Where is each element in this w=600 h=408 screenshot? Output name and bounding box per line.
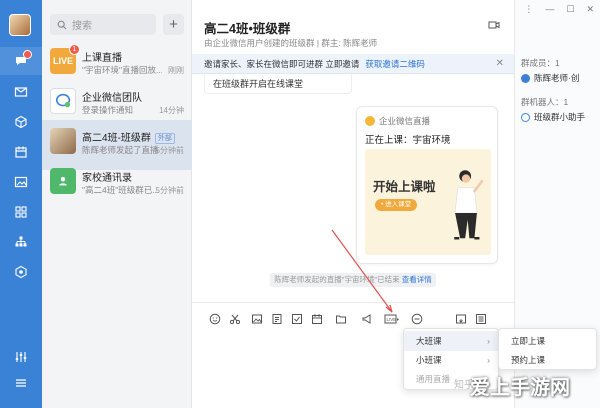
conversation-name: 企业微信团队 [82,93,142,104]
conversation-preview: "高二4班"班级群已... [82,185,160,195]
system-message: 陈辉老师发起的直播"宇宙环境"已结束 查看详情 [270,273,436,287]
conversation-list: 搜索 + LIVE 1 上课直播 "宇宙环境"直播回放... 刚刚 企业微信团队… [42,0,192,408]
video-call-icon[interactable] [488,19,500,31]
contacts-avatar [50,168,76,194]
chevron-right-icon: › [487,355,490,365]
input-divider [192,302,514,303]
notice-text: 邀请家长、家长在微信即可进群 立即邀请 [204,58,360,69]
site-watermark: 爱上手游网 [470,377,570,399]
member-item[interactable]: 陈辉老师·创 [521,72,599,84]
calendar-icon[interactable] [310,312,324,326]
robot-item[interactable]: 班级群小助手 [521,111,599,123]
chat-title: 高二4班•班级群 [204,22,291,36]
file-icon[interactable] [334,312,348,326]
settings-icon[interactable] [13,349,29,365]
document-icon[interactable] [270,312,284,326]
conversation-time: 5分钟前 [155,186,184,195]
search-input[interactable]: 搜索 [50,14,156,35]
apps-icon[interactable] [13,204,29,220]
close-window-icon[interactable]: ✕ [586,4,594,15]
unread-badge [23,50,32,59]
class-poster: 开始上课啦 • 进入课堂 [365,149,491,255]
menu-item-start-now[interactable]: 立即上课 [499,331,596,351]
message-bubble: 在班级群开启在线课堂 [204,74,352,94]
menu-icon[interactable] [13,375,29,391]
minimize-icon[interactable]: — [545,4,554,15]
screenshot-icon[interactable] [454,312,468,326]
live-class-card[interactable]: 企业微信直播 正在上课：宇宙环境 开始上课啦 • 进入课堂 [356,106,498,264]
pin-icon[interactable]: ⋮ [524,4,533,15]
menu-item-schedule[interactable]: 预约上课 [499,350,596,370]
enter-class-button[interactable]: • 进入课堂 [375,199,418,211]
search-placeholder: 搜索 [72,21,92,32]
card-title: 正在上课：宇宙环境 [365,135,451,146]
class-submenu: 立即上课 预约上课 [498,328,597,370]
members-label: 群成员：1 [521,58,560,68]
poster-text: 开始上课啦 [373,180,436,194]
conversation-time: 刚刚 [168,66,184,75]
history-icon[interactable] [474,312,488,326]
robot-icon [521,112,530,122]
conversation-time: 5分钟前 [155,146,184,155]
image-icon[interactable] [13,174,29,190]
conversation-name: 上课直播 [82,53,122,64]
conversation-name: 高二4班-班级群 外部 [82,129,175,144]
conversation-preview: 陈辉老师发起了直播 [82,145,159,155]
robots-label: 群机器人：1 [521,97,569,107]
input-toolbar: LIVE [204,312,504,328]
card-source: 企业微信直播 [365,115,430,127]
conversation-preview: 登录操作通知 [82,105,134,115]
chat-subtitle: 由企业微信用户创建的班级群 | 群主: 陈辉老师 [204,38,378,48]
scissors-icon[interactable] [228,312,242,326]
mail-icon[interactable] [13,84,29,100]
cube-icon[interactable] [13,114,29,130]
conversation-item[interactable]: 家校通讯录 "高二4班"班级群已... 5分钟前 [42,160,192,210]
live-stream-icon[interactable]: LIVE [382,312,402,326]
search-icon [57,20,67,29]
live-source-icon [365,116,375,126]
wecom-team-avatar [50,88,76,114]
window-controls: ⋮ — ☐ ✕ [524,4,594,15]
view-details-link[interactable]: 查看详情 [402,275,432,284]
emoji-icon[interactable] [208,312,222,326]
hexagon-icon[interactable] [13,264,29,280]
close-icon[interactable]: ✕ [496,58,504,69]
class-group-avatar [50,128,76,154]
chevron-right-icon: › [487,336,490,346]
image-icon[interactable] [250,312,264,326]
conversation-preview: "宇宙环境"直播回放... [82,65,162,75]
invite-notice-bar: 邀请家长、家长在微信即可进群 立即邀请 获取邀请二维码 ✕ [192,54,514,74]
announcement-icon[interactable] [360,312,374,326]
svg-text:LIVE: LIVE [387,317,397,322]
external-tag: 外部 [154,133,175,144]
more-icon[interactable] [410,312,424,326]
conversation-name: 家校通讯录 [82,173,132,184]
conversation-time: 14分钟 [159,106,184,115]
todo-icon[interactable] [290,312,304,326]
calendar-icon[interactable] [13,144,29,160]
unread-count-badge: 1 [69,44,80,55]
org-icon[interactable] [13,234,29,250]
menu-item-small-class[interactable]: 小班课 › [404,350,498,370]
icon-rail [0,0,42,408]
teacher-illustration [454,170,484,240]
maximize-icon[interactable]: ☐ [566,4,574,15]
user-avatar[interactable] [9,14,31,36]
person-icon [521,73,530,83]
menu-item-large-class[interactable]: 大班课 › [404,331,498,351]
add-button[interactable]: + [163,14,184,35]
get-qr-link[interactable]: 获取邀请二维码 [365,58,425,70]
